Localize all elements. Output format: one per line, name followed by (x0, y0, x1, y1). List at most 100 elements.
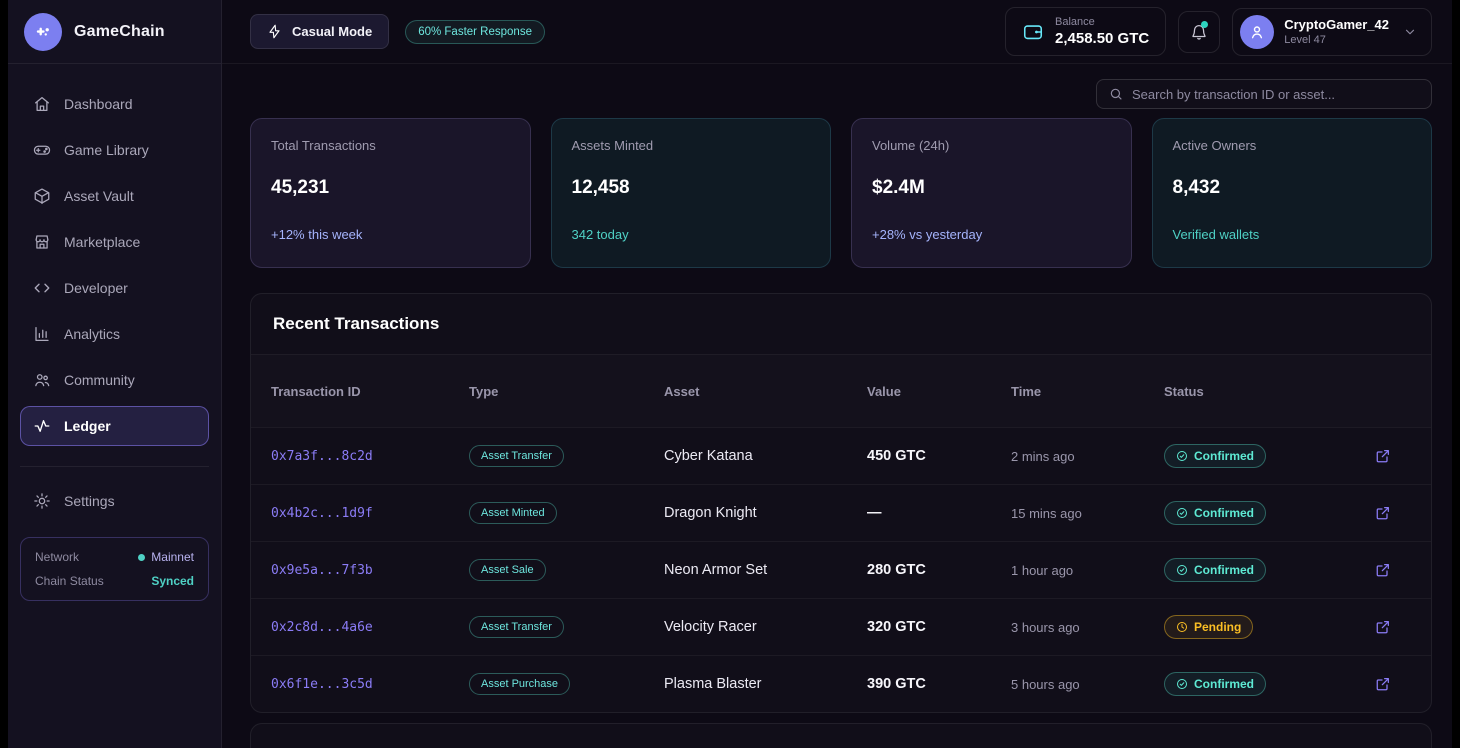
type-badge: Asset Minted (469, 502, 557, 524)
asset-name: Dragon Knight (664, 505, 867, 521)
notifications-button[interactable] (1178, 11, 1220, 53)
transaction-id[interactable]: 0x6f1e...3c5d (271, 677, 469, 692)
transaction-time: 1 hour ago (1011, 563, 1164, 578)
sidebar-nav: Dashboard Game Library Asset Vault Marketpl… (8, 64, 221, 452)
sidebar-item-label: Ledger (64, 418, 111, 434)
stat-label: Total Transactions (271, 138, 510, 153)
chain-status-value: Synced (151, 574, 194, 588)
type-badge: Asset Transfer (469, 445, 564, 467)
sidebar: GameChain Dashboard Game Library Asset Vau… (8, 0, 222, 748)
search-box (1096, 79, 1432, 109)
transaction-id[interactable]: 0x7a3f...8c2d (271, 449, 469, 464)
check-circle-icon (1176, 450, 1188, 462)
sidebar-item-settings[interactable]: Settings (20, 481, 209, 521)
external-link-icon[interactable] (1375, 562, 1391, 578)
clock-icon (1176, 621, 1188, 633)
sidebar-item-marketplace[interactable]: Marketplace (20, 222, 209, 262)
code-icon (33, 279, 51, 297)
sidebar-item-analytics[interactable]: Analytics (20, 314, 209, 354)
sidebar-item-dashboard[interactable]: Dashboard (20, 84, 209, 124)
gear-icon (33, 492, 51, 510)
transaction-time: 5 hours ago (1011, 677, 1164, 692)
transaction-value: 390 GTC (867, 676, 1011, 692)
network-label: Network (35, 550, 79, 564)
asset-name: Velocity Racer (664, 619, 867, 635)
transaction-id[interactable]: 0x4b2c...1d9f (271, 506, 469, 521)
check-circle-icon (1176, 678, 1188, 690)
status-badge: Confirmed (1164, 444, 1266, 468)
gamechain-logo-icon (24, 13, 62, 51)
sidebar-item-label: Community (64, 372, 135, 388)
sidebar-item-label: Developer (64, 280, 128, 296)
person-icon (1248, 23, 1266, 41)
community-icon (33, 371, 51, 389)
stat-value: 12,458 (572, 177, 811, 199)
transaction-time: 15 mins ago (1011, 506, 1164, 521)
gamepad-icon (33, 141, 51, 159)
stat-value: 45,231 (271, 177, 510, 199)
external-link-icon[interactable] (1375, 448, 1391, 464)
sidebar-item-asset-vault[interactable]: Asset Vault (20, 176, 209, 216)
transaction-time: 3 hours ago (1011, 620, 1164, 635)
next-section-partial (250, 723, 1432, 748)
online-dot-icon (138, 554, 145, 561)
sidebar-item-ledger[interactable]: Ledger (20, 406, 209, 446)
left-edge (0, 0, 8, 748)
user-profile-menu[interactable]: CryptoGamer_42 Level 47 (1232, 8, 1432, 56)
stat-subtext: 342 today (572, 227, 811, 242)
sidebar-item-game-library[interactable]: Game Library (20, 130, 209, 170)
sidebar-item-label: Asset Vault (64, 188, 134, 204)
transaction-id[interactable]: 0x2c8d...4a6e (271, 620, 469, 635)
status-badge: Confirmed (1164, 672, 1266, 696)
analytics-icon (33, 325, 51, 343)
type-badge: Asset Purchase (469, 673, 570, 695)
transaction-id[interactable]: 0x9e5a...7f3b (271, 563, 469, 578)
external-link-icon[interactable] (1375, 676, 1391, 692)
profile-name: CryptoGamer_42 (1284, 17, 1389, 32)
stat-value: $2.4M (872, 177, 1111, 199)
chevron-down-icon (1403, 25, 1417, 39)
stat-label: Assets Minted (572, 138, 811, 153)
external-link-icon[interactable] (1375, 619, 1391, 635)
transaction-value: — (867, 505, 1011, 521)
right-edge (1452, 0, 1460, 748)
stat-label: Active Owners (1173, 138, 1412, 153)
casual-mode-label: Casual Mode (292, 24, 372, 39)
sidebar-item-developer[interactable]: Developer (20, 268, 209, 308)
speed-badge: 60% Faster Response (405, 20, 545, 44)
sidebar-secondary: Settings Network Mainnet Chain Status Sy… (8, 452, 221, 601)
transaction-value: 280 GTC (867, 562, 1011, 578)
sidebar-item-community[interactable]: Community (20, 360, 209, 400)
type-badge: Asset Sale (469, 559, 546, 581)
network-value: Mainnet (138, 550, 194, 564)
avatar (1240, 15, 1274, 49)
balance-value: 2,458.50 GTC (1055, 30, 1149, 47)
search-icon (1109, 87, 1123, 101)
content-area: Total Transactions45,231+12% this weekAs… (222, 64, 1452, 748)
brand-header: GameChain (8, 0, 221, 64)
sidebar-item-label: Dashboard (64, 96, 133, 112)
casual-mode-button[interactable]: Casual Mode (250, 14, 389, 49)
stat-subtext: Verified wallets (1173, 227, 1412, 242)
transactions-table-body: 0x7a3f...8c2dAsset Transfer Cyber Katana4… (251, 427, 1431, 712)
network-status-card: Network Mainnet Chain Status Synced (20, 537, 209, 601)
search-row (250, 79, 1432, 109)
stat-card-total-transactions: Total Transactions45,231+12% this week (250, 118, 531, 268)
sidebar-item-label: Game Library (64, 142, 149, 158)
stats-row: Total Transactions45,231+12% this weekAs… (250, 118, 1432, 268)
column-header-value: Value (867, 384, 1011, 399)
transaction-value: 450 GTC (867, 448, 1011, 464)
external-link-icon[interactable] (1375, 505, 1391, 521)
profile-level: Level 47 (1284, 34, 1389, 46)
main-column: Casual Mode 60% Faster Response Balance … (222, 0, 1452, 748)
search-input[interactable] (1132, 87, 1419, 102)
asset-name: Plasma Blaster (664, 676, 867, 692)
column-header-type: Type (469, 384, 664, 399)
asset-name: Cyber Katana (664, 448, 867, 464)
transaction-value: 320 GTC (867, 619, 1011, 635)
wallet-icon (1022, 21, 1044, 43)
column-header-time: Time (1011, 384, 1164, 399)
topbar: Casual Mode 60% Faster Response Balance … (222, 0, 1452, 64)
balance-card[interactable]: Balance 2,458.50 GTC (1005, 7, 1166, 56)
bolt-icon (267, 24, 282, 39)
